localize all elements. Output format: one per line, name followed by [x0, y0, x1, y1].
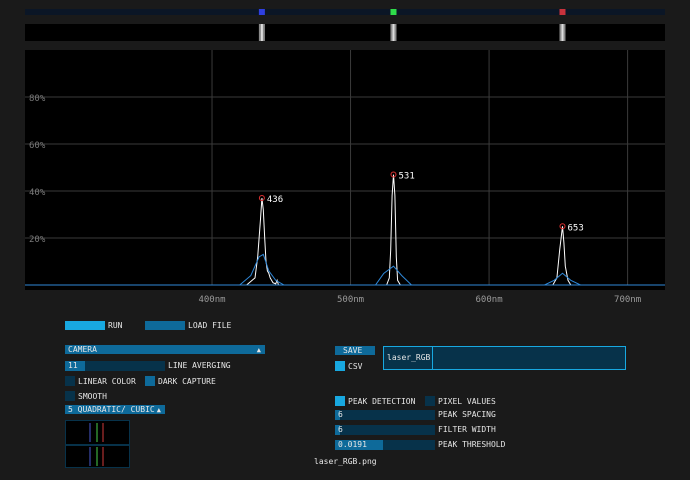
strip-gray-marker-core [392, 24, 395, 41]
filter-width-label: FILTER WIDTH [438, 425, 496, 434]
loaded-file-label: laser_RGB.png [314, 457, 377, 466]
line-averaging-value: 11 [68, 361, 78, 370]
save-label: SAVE [343, 346, 363, 355]
filename-input[interactable]: laser_RGB [383, 346, 626, 370]
peak-threshold-value: 0.0191 [338, 440, 367, 449]
peak-spacing-label: PEAK SPACING [438, 410, 496, 419]
peak-threshold-label: PEAK THRESHOLD [438, 440, 506, 449]
chevron-up-icon: ▲ [256, 346, 261, 354]
y-tick-label: 20% [29, 235, 46, 245]
camera-dropdown[interactable]: CAMERA ▲ [65, 345, 265, 354]
peak-label: 653 [567, 223, 583, 233]
peak-spacing-value: 6 [338, 410, 343, 419]
x-tick-label: 400nm [198, 295, 225, 305]
y-tick-label: 60% [29, 141, 46, 151]
pixel-values-toggle[interactable] [425, 396, 435, 406]
peak-spacing-slider[interactable]: 6 [335, 410, 435, 420]
peak-label: 531 [398, 172, 414, 182]
strip-gray-marker-core [260, 24, 263, 41]
dark-capture-label: DARK CAPTURE [158, 377, 216, 386]
csv-toggle[interactable] [335, 361, 345, 371]
fit-mode-label: 5 QUADRATIC/ CUBIC [68, 405, 155, 414]
camera-grayscale-strip [25, 24, 665, 41]
peak-detection-label: PEAK DETECTION [348, 397, 416, 406]
y-tick-label: 80% [29, 94, 46, 104]
run-button[interactable] [65, 321, 105, 330]
x-tick-label: 700nm [614, 295, 641, 305]
pixel-values-label: PIXEL VALUES [438, 397, 496, 406]
line-averaging-label: LINE AVERGING [168, 361, 231, 370]
smooth-label: SMOOTH [78, 392, 107, 401]
load-file-label: LOAD FILE [188, 321, 232, 330]
linear-color-toggle[interactable] [65, 376, 75, 386]
load-file-button[interactable] [145, 321, 185, 330]
filter-width-slider[interactable]: 6 [335, 425, 435, 435]
strip-gray-marker-core [561, 24, 564, 41]
dark-capture-toggle[interactable] [145, 376, 155, 386]
run-label: RUN [108, 321, 123, 330]
save-button[interactable]: SAVE [335, 346, 375, 355]
camera-dropdown-label: CAMERA [68, 345, 97, 354]
smooth-toggle[interactable] [65, 391, 75, 401]
peak-label: 436 [267, 195, 283, 205]
spectrum-thumbnail [65, 420, 130, 468]
spectrum-chart[interactable]: 20% 40% 60% 80% 400nm 500nm 600nm 700nm 436 531 65… [25, 50, 665, 305]
filename-value: laser_RGB [387, 353, 431, 362]
x-tick-label: 600nm [476, 295, 503, 305]
x-tick-label: 500nm [337, 295, 364, 305]
fit-line [25, 253, 665, 286]
strip-color-marker [390, 9, 397, 15]
filter-width-value: 6 [338, 425, 343, 434]
linear-color-label: LINEAR COLOR [78, 377, 136, 386]
peak-detection-toggle[interactable] [335, 396, 345, 406]
strip-color-marker [258, 9, 265, 15]
fit-mode-dropdown[interactable]: 5 QUADRATIC/ CUBIC ▲ [65, 405, 165, 414]
csv-label: CSV [348, 362, 363, 371]
camera-color-strip [25, 9, 665, 15]
y-tick-label: 40% [29, 188, 46, 198]
chevron-up-icon: ▲ [156, 406, 161, 414]
strip-color-marker [559, 9, 566, 15]
line-averaging-slider[interactable]: 11 [65, 361, 165, 371]
peak-threshold-slider[interactable]: 0.0191 [335, 440, 435, 450]
